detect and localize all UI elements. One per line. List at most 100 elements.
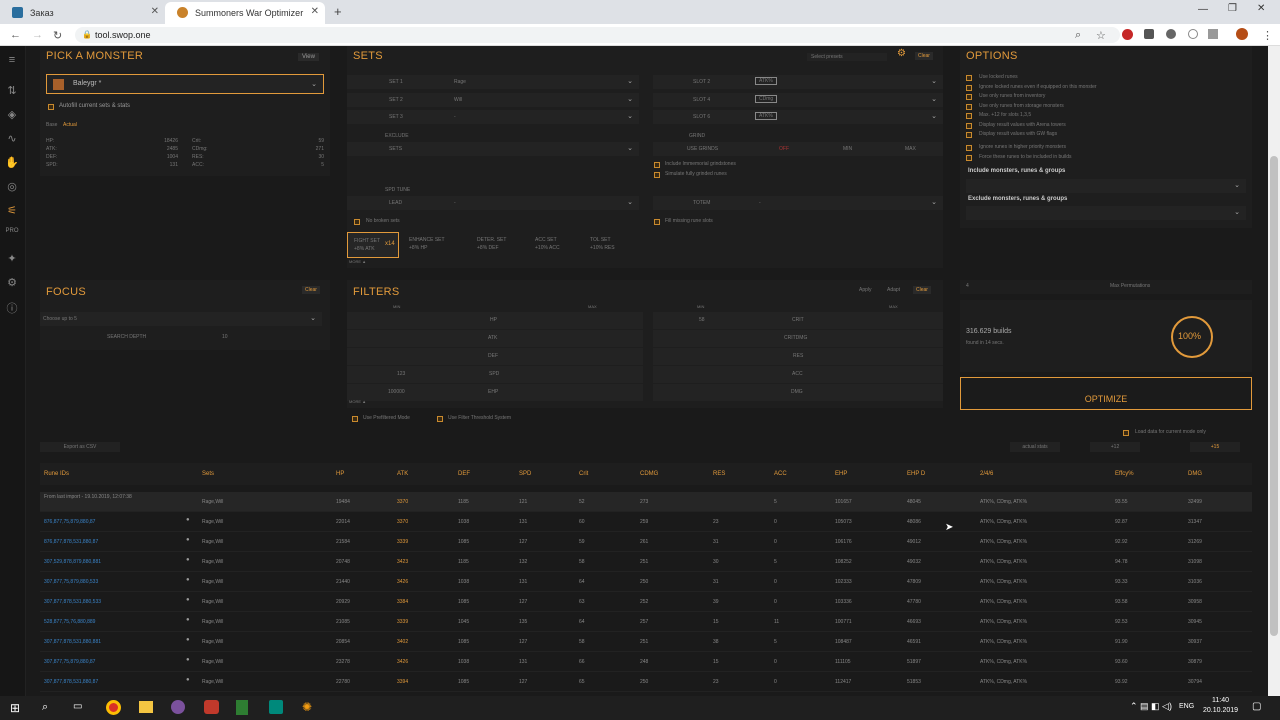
slot4-select[interactable]: SLOT 4 CDmg ⌄ — [653, 93, 943, 107]
grind-max[interactable]: MAX — [905, 146, 916, 152]
threshold-checkbox[interactable] — [437, 416, 443, 422]
pin-icon[interactable]: ● — [186, 557, 190, 563]
page-scrollbar[interactable] — [1268, 46, 1280, 696]
window-close-icon[interactable]: ✕ — [1257, 3, 1265, 14]
avatar[interactable] — [1236, 28, 1248, 40]
column-header[interactable]: ACC — [774, 471, 787, 477]
explorer-icon[interactable] — [139, 701, 153, 713]
slot6-select[interactable]: SLOT 6 ATK% ⌄ — [653, 110, 943, 124]
table-cell[interactable]: 876,877,878,531,880,87 — [44, 539, 98, 545]
use-grinds-row[interactable]: USE GRINDS OFF MIN MAX — [653, 142, 943, 156]
table-row[interactable]: 876,877,878,531,880,87 Rage,Will 21584 3339… — [40, 532, 1252, 552]
table-row[interactable]: From last import - 19.10.2019, 12:07:38 R… — [40, 492, 1252, 512]
close-icon[interactable]: ✕ — [311, 6, 319, 17]
pin-icon[interactable]: ● — [186, 597, 190, 603]
task-view-icon[interactable]: ▭ — [73, 701, 82, 712]
include-select[interactable]: ⌄ — [966, 179, 1246, 193]
game-icon[interactable]: ✺ — [302, 700, 316, 714]
export-csv-button[interactable]: Export as CSV — [40, 442, 120, 452]
set-button-enhance[interactable]: ENHANCE SET +8% HP — [405, 232, 457, 258]
column-header[interactable]: Sets — [202, 471, 214, 477]
stats-icon[interactable]: ∿ — [5, 132, 19, 145]
grind-off[interactable]: OFF — [779, 146, 789, 152]
info-icon[interactable]: ⓘ — [5, 300, 19, 315]
app-icon[interactable] — [204, 700, 219, 714]
extension-icon[interactable] — [1188, 29, 1198, 39]
set3-select[interactable]: SET 3 - ⌄ — [347, 110, 639, 124]
pin-icon[interactable]: ● — [186, 677, 190, 683]
tray-icons[interactable]: ⌃ ▤ ◧ ◁) — [1130, 701, 1172, 712]
column-header[interactable]: EHP — [835, 471, 847, 477]
scrollbar-thumb[interactable] — [1270, 156, 1278, 636]
table-row[interactable]: 876,877,75,879,880,87 Rage,Will 22014 3370 1… — [40, 512, 1252, 532]
load-data-checkbox[interactable] — [1123, 430, 1129, 436]
reload-icon[interactable]: ↻ — [53, 29, 62, 42]
optimize-button[interactable]: OPTIMIZE — [960, 377, 1252, 410]
set2-select[interactable]: SET 2 Will ⌄ — [347, 93, 639, 107]
table-row[interactable]: 307,877,878,531,880,533 Rage,Will 20929 338… — [40, 592, 1252, 612]
clock-time[interactable]: 11:40 — [1212, 697, 1229, 704]
column-header[interactable]: Rune IDs — [44, 471, 69, 477]
import-icon[interactable]: ⇅ — [5, 84, 19, 97]
tab-zakaz[interactable]: Заказ ✕ — [0, 2, 165, 24]
set1-select[interactable]: SET 1 Rage ⌄ — [347, 75, 639, 89]
grind-min[interactable]: MIN — [843, 146, 852, 152]
restore-icon[interactable]: ❐ — [1228, 3, 1237, 14]
column-header[interactable]: RES — [713, 471, 725, 477]
filter-row[interactable]: 58 CRIT — [653, 312, 943, 329]
tab-optimizer[interactable]: Summoners War Optimizer ✕ — [165, 2, 325, 24]
option-checkbox[interactable] — [966, 75, 972, 81]
no-broken-checkbox[interactable] — [354, 219, 360, 225]
table-row[interactable]: 528,877,75,76,880,889 Rage,Will 21085 3339 1… — [40, 612, 1252, 632]
prefiltered-checkbox[interactable] — [352, 416, 358, 422]
extension-icon[interactable] — [1166, 29, 1176, 39]
filter-row[interactable]: 100000 EHP — [347, 384, 643, 401]
exclude-select[interactable]: ⌄ — [966, 206, 1246, 220]
table-cell[interactable]: 528,877,75,76,880,889 — [44, 619, 95, 625]
set-button-acc[interactable]: ACC SET +10% ACC — [531, 232, 581, 258]
pin-icon[interactable]: ● — [186, 577, 190, 583]
option-checkbox[interactable] — [966, 122, 972, 129]
exclude-sets-select[interactable]: SETS ⌄ — [347, 142, 639, 156]
filter-row[interactable]: CRITDMG — [653, 330, 943, 347]
option-checkbox[interactable] — [966, 154, 972, 161]
extension-icon[interactable] — [1122, 29, 1133, 40]
extension-icon[interactable] — [1208, 29, 1218, 39]
lead-select[interactable]: LEAD - ⌄ — [347, 196, 639, 210]
set-button-fight[interactable]: FIGHT SET +8% ATK x14 — [347, 232, 399, 258]
pin-icon[interactable]: ● — [186, 617, 190, 623]
search-icon[interactable]: ⌕ — [42, 701, 48, 714]
column-header[interactable]: Crit — [579, 471, 588, 477]
option-checkbox[interactable] — [966, 113, 972, 119]
max-perm-input[interactable]: Max Permutations — [1110, 283, 1150, 289]
clock-date[interactable]: 20.10.2019 — [1203, 707, 1238, 714]
pin-icon[interactable]: ● — [186, 517, 190, 523]
table-cell[interactable]: 876,877,75,879,880,87 — [44, 519, 95, 525]
menu-icon[interactable]: ≡ — [5, 54, 19, 66]
table-row[interactable]: 307,877,75,879,880,87 Rage,Will 23278 3426 1… — [40, 652, 1252, 672]
new-tab-icon[interactable]: + — [334, 4, 342, 19]
filters-clear-button[interactable]: Clear — [913, 286, 931, 294]
sets-clear-button[interactable]: Clear — [915, 52, 933, 60]
column-header[interactable]: HP — [336, 471, 344, 477]
column-header[interactable]: DMG — [1188, 471, 1202, 477]
bookmark-star-icon[interactable]: ☆ — [1096, 29, 1106, 42]
filter-min[interactable]: 58 — [699, 317, 705, 323]
autofill-checkbox[interactable] — [48, 104, 54, 110]
simulate-checkbox[interactable] — [654, 172, 660, 178]
minimize-icon[interactable]: — — [1198, 4, 1208, 15]
base-tab[interactable]: Base — [46, 122, 57, 128]
forward-icon[interactable]: → — [32, 29, 43, 41]
filter-row[interactable]: RES — [653, 348, 943, 365]
viber-icon[interactable] — [171, 700, 185, 714]
column-header[interactable]: Effcy% — [1115, 471, 1134, 477]
set-button-deter[interactable]: DETER. SET +8% DEF — [473, 232, 523, 258]
optimizer-icon[interactable]: ⚟ — [5, 204, 19, 217]
column-header[interactable]: CDMG — [640, 471, 658, 477]
url-input[interactable]: 🔒 tool.swop.one — [75, 27, 1120, 43]
filter-row[interactable]: 123 SPD — [347, 366, 643, 383]
windows-start-icon[interactable]: ⊞ — [10, 701, 20, 715]
set-button-tol[interactable]: TOL SET +10% RES — [586, 232, 636, 258]
pin-icon[interactable]: ● — [186, 537, 190, 543]
filters-adapt-button[interactable]: Adapt — [887, 287, 900, 293]
